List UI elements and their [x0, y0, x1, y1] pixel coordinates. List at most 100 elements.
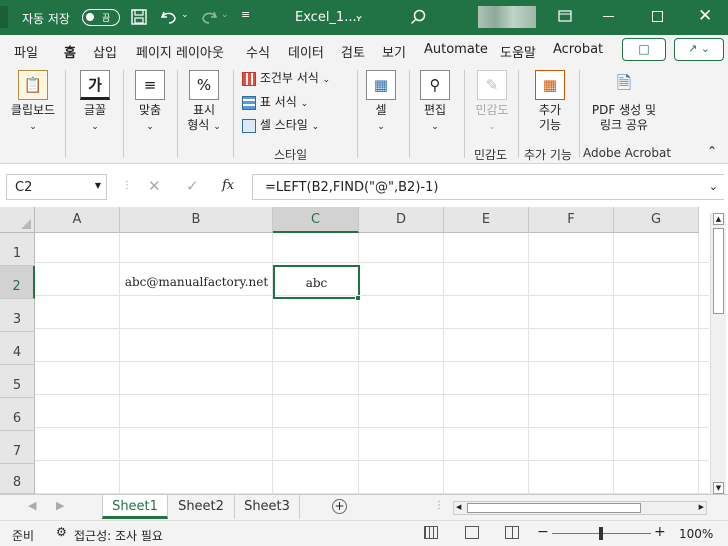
title-bar: 자동 저장 끔 ⌄ ⌄ ≡ Excel_1.... ⌄ ✕ — [0, 0, 728, 35]
clipboard-icon: 📋 — [18, 70, 48, 100]
row-header-8[interactable]: 8 — [0, 464, 35, 494]
file-name[interactable]: Excel_1.... — [295, 10, 361, 25]
column-header-g[interactable]: G — [614, 207, 699, 233]
row-header-7[interactable]: 7 — [0, 431, 35, 464]
horizontal-scroll-thumb[interactable] — [467, 503, 641, 513]
tab-splitter-grip[interactable]: ⋮ — [434, 500, 444, 511]
row-header-3[interactable]: 3 — [0, 299, 35, 332]
align-label: 맞춤 — [138, 103, 162, 117]
row-header-5[interactable]: 5 — [0, 365, 35, 398]
add-ins-button[interactable]: ▦ 추가 기능 — [526, 70, 574, 133]
add-sheet-icon[interactable]: + — [332, 499, 347, 514]
name-box[interactable]: C2 ▼ — [6, 174, 107, 200]
row-header-4[interactable]: 4 — [0, 332, 35, 365]
share-button[interactable]: ↗ ⌄ — [674, 38, 724, 61]
vertical-scroll-thumb[interactable] — [713, 228, 724, 314]
row-header-6[interactable]: 6 — [0, 398, 35, 431]
collapse-ribbon-icon[interactable]: ⌃ — [707, 144, 717, 158]
tab-review[interactable]: 검토 — [341, 42, 365, 61]
select-all-corner[interactable] — [0, 207, 35, 233]
number-format-button[interactable]: % 표시 형식 ⌄ — [181, 70, 227, 135]
undo-icon[interactable] — [160, 9, 178, 25]
search-icon[interactable] — [410, 9, 426, 25]
horizontal-scrollbar[interactable]: ◀ ▶ — [453, 501, 707, 515]
tab-data[interactable]: 데이터 — [288, 42, 324, 61]
page-break-view-icon[interactable] — [505, 526, 519, 539]
tab-formulas[interactable]: 수식 — [246, 42, 270, 61]
zoom-slider-thumb[interactable] — [599, 527, 603, 540]
scroll-up-icon[interactable]: ▲ — [713, 213, 724, 225]
column-header-d[interactable]: D — [359, 207, 444, 233]
column-header-e[interactable]: E — [444, 207, 529, 233]
sheet-tab-1[interactable]: Sheet1 — [102, 495, 168, 519]
magnifier-icon: ⚲ — [420, 70, 450, 100]
scroll-right-icon[interactable]: ▶ — [699, 503, 704, 511]
maximize-icon[interactable] — [652, 11, 663, 22]
cell-styles-button[interactable]: 셀 스타일 ⌄ — [242, 118, 319, 135]
pdf-create-share-button[interactable]: 🗎 PDF 생성 및 링크 공유 — [584, 70, 664, 133]
sheet-tab-2[interactable]: Sheet2 — [168, 495, 234, 519]
normal-view-icon[interactable] — [424, 526, 438, 539]
tab-view[interactable]: 보기 — [382, 42, 406, 61]
ribbon: 📋 클립보드 ⌄ 가 글꼴 ⌄ ≡ 맞춤 ⌄ % 표시 형식 ⌄ 조건부 서식 ⌄ 표 … — [0, 64, 728, 164]
editing-button[interactable]: ⚲ 편집 ⌄ — [416, 70, 454, 135]
column-header-f[interactable]: F — [529, 207, 614, 233]
autosave-state: 끔 — [102, 14, 111, 24]
ribbon-display-icon[interactable] — [558, 10, 572, 22]
sheet-tab-bar: ◀ ▶ Sheet1 Sheet2 Sheet3 + ⋮ ◀ ▶ — [0, 494, 728, 520]
scroll-left-icon[interactable]: ◀ — [456, 503, 461, 511]
scroll-down-icon[interactable]: ▼ — [713, 482, 724, 494]
undo-dropdown-icon[interactable]: ⌄ — [181, 10, 189, 20]
vertical-scrollbar[interactable]: ▲ ▼ — [710, 213, 726, 495]
next-sheet-icon[interactable]: ▶ — [56, 499, 64, 512]
redo-dropdown-icon: ⌄ — [221, 10, 229, 20]
conditional-format-button[interactable]: 조건부 서식 ⌄ — [242, 71, 330, 88]
cell-b2[interactable]: abc@manualfactory.net — [120, 266, 273, 299]
account-avatar[interactable] — [478, 6, 536, 28]
accessibility-icon: ⚙ — [56, 525, 67, 539]
formula-input[interactable]: =LEFT(B2,FIND("@",B2)-1) ⌄ — [252, 174, 724, 200]
zoom-level[interactable]: 100% — [679, 527, 713, 541]
expand-formula-icon[interactable]: ⌄ — [709, 180, 718, 193]
accessibility-status[interactable]: 접근성: 조사 필요 — [74, 527, 163, 544]
customize-qat-icon[interactable]: ≡ — [241, 8, 250, 21]
sheet-tab-label: Sheet3 — [244, 499, 290, 514]
close-icon[interactable]: ✕ — [698, 6, 712, 26]
autosave-toggle[interactable]: 끔 — [82, 9, 120, 26]
sensitivity-group-label: 민감도 — [474, 148, 508, 162]
column-header-b[interactable]: B — [120, 207, 273, 233]
column-header-c[interactable]: C — [273, 207, 359, 233]
sheet-tab-3[interactable]: Sheet3 — [234, 495, 300, 519]
row-header-2[interactable]: 2 — [0, 266, 35, 299]
tab-automate[interactable]: Automate — [424, 42, 488, 57]
name-box-dropdown-icon[interactable]: ▼ — [95, 181, 101, 190]
minimize-icon[interactable] — [603, 16, 614, 17]
filename-dropdown-icon[interactable]: ⌄ — [354, 8, 364, 22]
tab-file[interactable]: 파일 — [14, 42, 38, 61]
cells-button[interactable]: ▦ 셀 ⌄ — [362, 70, 400, 135]
page-layout-view-icon[interactable] — [465, 526, 479, 539]
tab-acrobat[interactable]: Acrobat — [553, 42, 603, 57]
tab-help[interactable]: 도움말 — [500, 42, 536, 61]
align-button[interactable]: ≡ 맞춤 ⌄ — [126, 70, 174, 135]
prev-sheet-icon[interactable]: ◀ — [28, 499, 36, 512]
save-icon[interactable] — [131, 9, 147, 25]
add-ins-icon: ▦ — [535, 70, 565, 100]
font-button[interactable]: 가 글꼴 ⌄ — [70, 70, 120, 135]
divider — [579, 70, 580, 158]
fill-handle[interactable] — [355, 295, 361, 301]
cell-c2-selected[interactable]: abc — [273, 265, 360, 299]
zoom-in-icon[interactable]: + — [654, 524, 666, 540]
insert-function-icon[interactable]: fx — [222, 178, 234, 193]
comments-button[interactable]: □ — [622, 38, 666, 61]
zoom-out-icon[interactable]: − — [537, 524, 549, 540]
row-header-1[interactable]: 1 — [0, 233, 35, 266]
font-label: 글꼴 — [83, 103, 107, 117]
tab-insert[interactable]: 삽입 — [93, 42, 117, 61]
clipboard-button[interactable]: 📋 클립보드 ⌄ — [6, 70, 60, 135]
format-as-table-button[interactable]: 표 서식 ⌄ — [242, 95, 308, 112]
column-header-a[interactable]: A — [35, 207, 120, 233]
tab-page-layout[interactable]: 페이지 레이아웃 — [136, 42, 224, 61]
tab-home[interactable]: 홈 — [63, 42, 77, 67]
formula-bar-grip: ⋮ — [122, 180, 132, 191]
